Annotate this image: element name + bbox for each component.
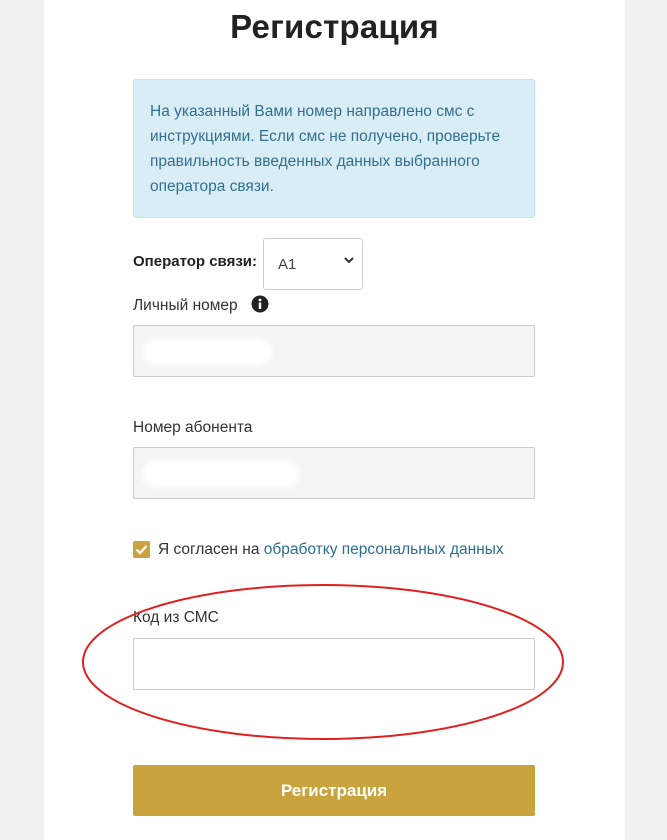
subscriber-number-input[interactable]	[133, 447, 535, 499]
consent-checkbox[interactable]	[133, 541, 150, 558]
consent-label: Я согласен на	[158, 541, 264, 558]
redacted-value	[142, 338, 272, 366]
info-alert: На указанный Вами номер направлено смс с…	[133, 79, 535, 218]
personal-number-input[interactable]	[133, 325, 535, 377]
alert-text: На указанный Вами номер направлено смс с…	[150, 103, 501, 195]
redacted-value	[142, 460, 300, 488]
page-title: Регистрация	[230, 8, 439, 45]
privacy-policy-link[interactable]: обработку персональных данных	[264, 541, 504, 558]
operator-select-value: A1	[278, 256, 297, 273]
sms-code-label: Код из СМС	[133, 609, 219, 626]
consent-text: Я согласен на обработку персональных дан…	[158, 541, 504, 559]
checkmark-icon	[135, 545, 148, 555]
subscriber-number-label: Номер абонента	[133, 419, 253, 436]
personal-number-label: Личный номер	[133, 297, 238, 314]
operator-label: Оператор связи:	[133, 253, 258, 270]
register-button[interactable]: Регистрация	[133, 765, 535, 816]
registration-page: Регистрация На указанный Вами номер напр…	[44, 0, 625, 840]
operator-select[interactable]: A1	[263, 238, 363, 290]
info-icon[interactable]	[251, 295, 269, 313]
chevron-down-icon	[344, 257, 354, 264]
sms-code-input[interactable]	[133, 638, 535, 690]
